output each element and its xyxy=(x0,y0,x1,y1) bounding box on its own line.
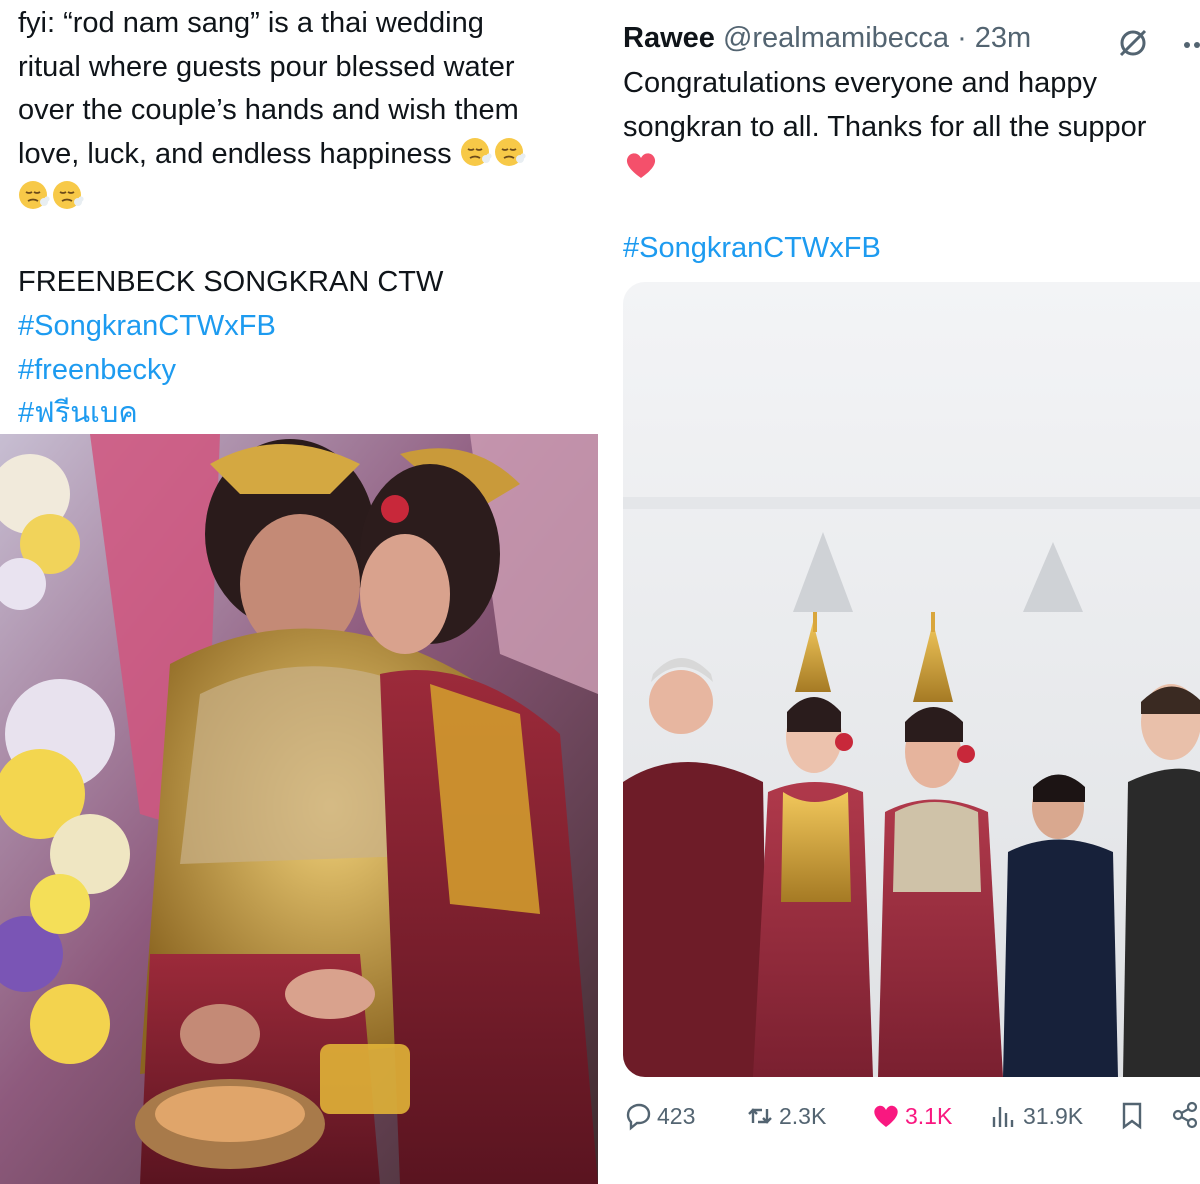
view-count: 31.9K xyxy=(1023,1102,1084,1129)
left-post: fyi: “rod nam sang” is a thai wedding ri… xyxy=(0,0,598,1184)
heart-icon xyxy=(874,1105,898,1127)
left-text-line-5 xyxy=(18,176,596,220)
repost-icon xyxy=(748,1108,772,1124)
more-icon[interactable] xyxy=(1182,30,1200,60)
hashtag-link[interactable]: #ฟรีนเบค xyxy=(18,392,276,436)
analytics-icon xyxy=(992,1107,1014,1127)
left-text-line-2: ritual where guests pour blessed water xyxy=(18,50,515,83)
post-text-line-2: songkran to all. Thanks for all the supp… xyxy=(623,110,1147,143)
post-text-line-1: Congratulations everyone and happy xyxy=(623,67,1097,99)
face-exhaling-icon xyxy=(53,181,84,209)
hashtag-link[interactable]: #freenbecky xyxy=(18,349,276,393)
bookmark-icon[interactable] xyxy=(1117,1100,1147,1130)
left-post-photo[interactable] xyxy=(0,434,598,1184)
display-name[interactable]: Rawee xyxy=(623,22,715,54)
post-header: Rawee @realmamibecca · 23m xyxy=(623,18,1031,58)
post-text: Congratulations everyone and happy songk… xyxy=(623,62,1200,149)
left-text-line-4-text: love, luck, and endless happiness xyxy=(18,137,452,170)
reply-button[interactable]: 423 xyxy=(623,1094,695,1138)
handle-time[interactable]: @realmamibecca · 23m xyxy=(723,22,1031,54)
left-text-line-4: love, luck, and endless happiness xyxy=(18,133,596,177)
repost-button[interactable]: 2.3K xyxy=(745,1094,826,1138)
left-text-line-3: over the couple’s hands and wish them xyxy=(18,94,519,126)
repost-count: 2.3K xyxy=(779,1102,827,1129)
reply-icon xyxy=(626,1103,651,1131)
action-bar: 423 2.3K 3.1K 31.9K xyxy=(604,1094,1200,1138)
left-post-text: fyi: “rod nam sang” is a thai wedding ri… xyxy=(18,2,596,220)
left-post-title: FREENBECK SONGKRAN CTW xyxy=(18,266,444,298)
right-post-photo[interactable] xyxy=(623,282,1200,1077)
face-exhaling-icon xyxy=(460,137,492,166)
share-icon[interactable] xyxy=(1170,1100,1200,1130)
right-post: Rawee @realmamibecca · 23m Congratulatio… xyxy=(604,0,1200,1184)
grok-icon[interactable] xyxy=(1116,26,1150,60)
red-heart-icon xyxy=(626,153,656,178)
reply-count: 423 xyxy=(657,1102,696,1129)
left-hashtags: #SongkranCTWxFB #freenbecky #ฟรีนเบค xyxy=(18,305,276,436)
face-exhaling-icon xyxy=(494,137,526,166)
like-button[interactable]: 3.1K xyxy=(871,1094,952,1138)
hashtag-link[interactable]: #SongkranCTWxFB xyxy=(18,305,276,349)
face-exhaling-icon xyxy=(19,181,50,209)
views-button[interactable]: 31.9K xyxy=(989,1094,1083,1138)
like-count: 3.1K xyxy=(905,1102,953,1129)
left-text-line-1: fyi: “rod nam sang” is a thai wedding xyxy=(18,7,484,39)
hashtag-link[interactable]: #SongkranCTWxFB xyxy=(623,228,881,268)
